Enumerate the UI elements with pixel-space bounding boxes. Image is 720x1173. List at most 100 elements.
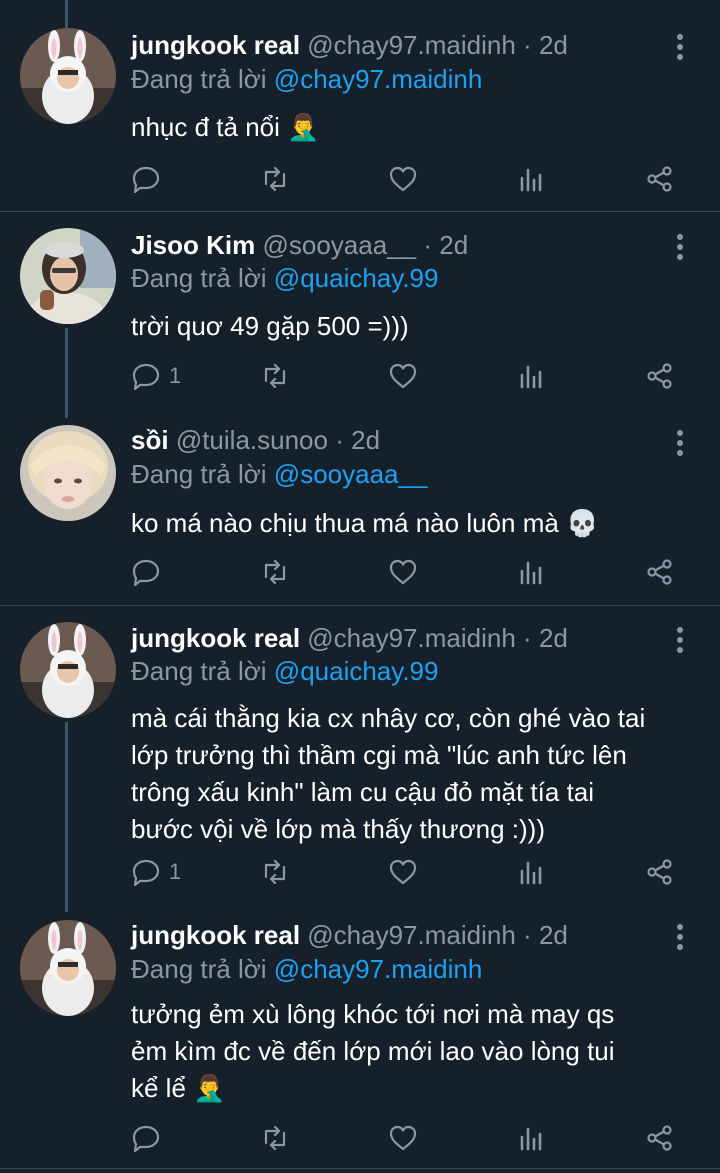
author-handle[interactable]: @chay97.maidinh	[307, 30, 516, 60]
timestamp[interactable]: 2d	[439, 230, 468, 260]
tweet[interactable]: sồi @tuila.sunoo · 2d Đang trả lời @sooy…	[0, 408, 720, 605]
retweet-icon	[264, 166, 286, 192]
more-icon[interactable]	[670, 232, 690, 262]
retweet-button[interactable]	[260, 1120, 290, 1156]
tweet-actions	[0, 161, 720, 201]
avatar[interactable]	[20, 28, 116, 124]
retweet-button[interactable]	[260, 161, 290, 197]
retweet-button[interactable]	[260, 854, 290, 890]
reply-icon	[132, 1125, 160, 1153]
more-icon[interactable]	[670, 625, 690, 655]
tweet-text: nhục đ tả nổi 🤦‍♂️	[131, 112, 320, 142]
reply-button[interactable]: 1	[131, 854, 181, 890]
reply-mention[interactable]: @quaichay.99	[274, 656, 439, 686]
retweet-icon	[264, 363, 286, 389]
reply-icon	[132, 166, 160, 194]
tweet[interactable]: Jisoo Kim @sooyaaa__ · 2d Đang trả lời @…	[0, 212, 720, 418]
reply-button[interactable]: 1	[131, 358, 181, 394]
like-icon	[389, 859, 417, 885]
reply-prefix: Đang trả lời	[131, 459, 267, 489]
avatar[interactable]	[20, 425, 116, 521]
timestamp[interactable]: 2d	[351, 425, 380, 455]
tweet-actions: 1	[0, 854, 720, 894]
like-icon	[389, 363, 417, 389]
girl-avatar-image	[20, 228, 116, 324]
avatar[interactable]	[20, 228, 116, 324]
reply-button[interactable]	[131, 161, 169, 197]
more-icon[interactable]	[670, 428, 690, 458]
reply-button[interactable]	[131, 554, 169, 590]
timestamp[interactable]: 2d	[539, 920, 568, 950]
analytics-icon	[520, 365, 542, 389]
reply-mention[interactable]: @quaichay.99	[274, 263, 439, 293]
author-name[interactable]: sồi	[131, 425, 169, 455]
like-button[interactable]	[388, 554, 418, 590]
author-handle[interactable]: @tuila.sunoo	[176, 425, 328, 455]
like-button[interactable]	[388, 854, 418, 890]
bunny-avatar-image	[20, 28, 116, 124]
like-icon	[389, 1125, 417, 1151]
reply-icon	[132, 363, 160, 391]
reply-mention[interactable]: @chay97.maidinh	[274, 64, 483, 94]
like-icon	[389, 166, 417, 192]
author-handle[interactable]: @chay97.maidinh	[307, 623, 516, 653]
analytics-button[interactable]	[517, 161, 547, 197]
tweet-header: jungkook real @chay97.maidinh · 2d	[131, 919, 660, 951]
timestamp[interactable]: 2d	[539, 30, 568, 60]
avatar[interactable]	[20, 920, 116, 1016]
tweet[interactable]: jungkook real @chay97.maidinh · 2d Đang …	[0, 902, 720, 1173]
author-name[interactable]: Jisoo Kim	[131, 230, 255, 260]
avatar[interactable]	[20, 622, 116, 718]
tweet-header: Jisoo Kim @sooyaaa__ · 2d	[131, 229, 660, 261]
analytics-button[interactable]	[517, 1120, 547, 1156]
author-name[interactable]: jungkook real	[131, 623, 300, 653]
bunny-avatar-image	[20, 920, 116, 1016]
author-handle[interactable]: @sooyaaa__	[262, 230, 416, 260]
analytics-button[interactable]	[517, 854, 547, 890]
share-button[interactable]	[645, 1120, 675, 1156]
reply-icon	[132, 859, 160, 887]
share-icon	[647, 859, 672, 885]
like-button[interactable]	[388, 1120, 418, 1156]
reply-context: Đang trả lời @quaichay.99	[131, 655, 438, 687]
reply-count: 1	[169, 859, 182, 884]
separator: ·	[523, 623, 532, 653]
author-name[interactable]: jungkook real	[131, 920, 300, 950]
tweet-actions: 1	[0, 358, 720, 398]
reply-context: Đang trả lời @chay97.maidinh	[131, 953, 482, 985]
retweet-button[interactable]	[260, 358, 290, 394]
tweet-text: tưởng ẻm xù lông khóc tới nơi mà may qs …	[131, 999, 615, 1103]
share-button[interactable]	[645, 854, 675, 890]
reply-button[interactable]	[131, 1120, 169, 1156]
more-icon[interactable]	[670, 32, 690, 62]
timestamp[interactable]: 2d	[539, 623, 568, 653]
retweet-icon	[264, 559, 286, 585]
author-handle[interactable]: @chay97.maidinh	[307, 920, 516, 950]
more-icon[interactable]	[670, 922, 690, 952]
share-icon	[647, 166, 672, 192]
reply-icon	[132, 559, 160, 587]
tweet-text: ko má nào chịu thua má nào luôn mà 💀	[131, 508, 599, 538]
separator: ·	[335, 425, 344, 455]
reply-mention[interactable]: @chay97.maidinh	[274, 954, 483, 984]
like-button[interactable]	[388, 161, 418, 197]
tweet-header: sồi @tuila.sunoo · 2d	[131, 424, 660, 456]
separator: ·	[423, 230, 433, 260]
tweet[interactable]: jungkook real @chay97.maidinh · 2d Đang …	[0, 0, 720, 212]
retweet-icon	[264, 1125, 286, 1151]
tweet[interactable]: jungkook real @chay97.maidinh · 2d Đang …	[0, 606, 720, 912]
tweet-header: jungkook real @chay97.maidinh · 2d	[131, 29, 660, 61]
tweet-text: mà cái thằng kia cx nhây cơ, còn ghé vào…	[131, 703, 646, 844]
analytics-button[interactable]	[517, 554, 547, 590]
share-icon	[647, 559, 672, 585]
separator: ·	[523, 30, 532, 60]
like-button[interactable]	[388, 358, 418, 394]
analytics-button[interactable]	[517, 358, 547, 394]
share-button[interactable]	[645, 161, 675, 197]
share-button[interactable]	[645, 554, 675, 590]
reply-mention[interactable]: @sooyaaa__	[274, 459, 428, 489]
retweet-button[interactable]	[260, 554, 290, 590]
share-button[interactable]	[645, 358, 675, 394]
reply-prefix: Đang trả lời	[131, 64, 267, 94]
author-name[interactable]: jungkook real	[131, 30, 300, 60]
